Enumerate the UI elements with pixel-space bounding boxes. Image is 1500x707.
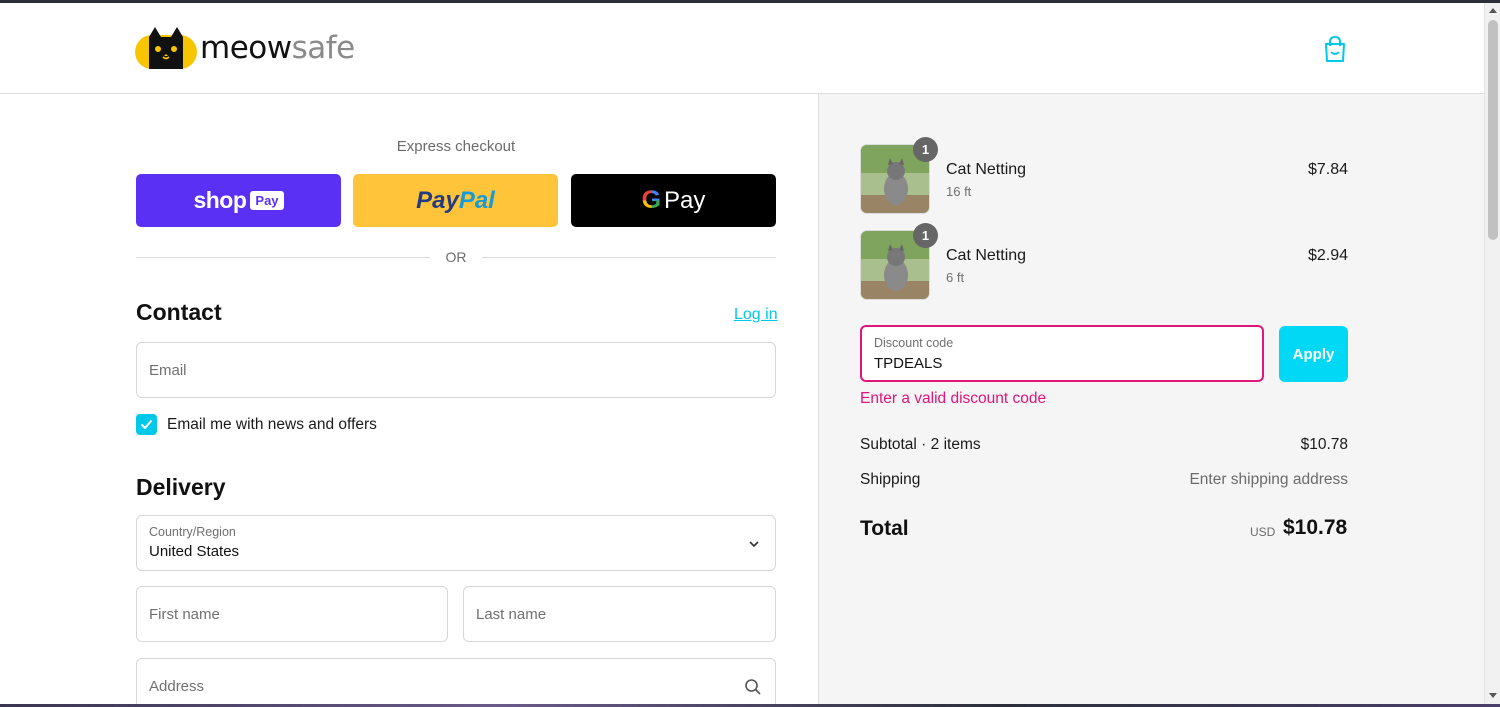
address-field[interactable]: Address: [136, 658, 776, 707]
search-icon: [745, 679, 761, 695]
discount-code-value: TPDEALS: [874, 355, 943, 372]
paypal-logo: PayPal: [416, 187, 495, 215]
paypal-part1: Pay: [416, 186, 459, 214]
shopping-bag-icon[interactable]: [1322, 35, 1348, 63]
chevron-down-icon: [749, 541, 759, 548]
apply-discount-button[interactable]: Apply: [1279, 326, 1348, 382]
country-value: United States: [149, 543, 240, 560]
google-pay-word: Pay: [664, 186, 706, 214]
product-price: $7.84: [1307, 161, 1348, 178]
address-placeholder: Address: [149, 678, 205, 695]
order-item: 1 Cat Netting 6 ft $2.94: [860, 223, 1348, 302]
last-name-placeholder: Last name: [476, 606, 547, 623]
product-variant: 6 ft: [946, 270, 965, 285]
discount-code-label: Discount code: [874, 336, 954, 350]
product-price: $2.94: [1307, 247, 1348, 264]
country-select[interactable]: Country/Region United States: [136, 515, 776, 571]
subtotal-value: $10.78: [1300, 436, 1348, 453]
email-field[interactable]: Email: [136, 342, 776, 398]
brand-name-part2: safe: [291, 30, 356, 66]
delivery-heading: Delivery: [136, 474, 226, 500]
contact-heading: Contact: [136, 299, 222, 325]
first-name-placeholder: First name: [149, 606, 220, 623]
total-value: $10.78: [1283, 516, 1348, 539]
newsletter-checkbox[interactable]: [136, 414, 157, 435]
product-name: Cat Netting: [946, 161, 1027, 178]
cat-face-icon: [135, 25, 197, 71]
site-header: meowsafe: [0, 3, 1484, 94]
scroll-down-arrow-icon[interactable]: [1489, 693, 1497, 698]
log-in-link[interactable]: Log in: [734, 306, 778, 324]
check-icon: [140, 419, 153, 430]
product-variant: 16 ft: [946, 184, 972, 199]
shop-pay-badge: Pay: [250, 191, 284, 210]
shipping-value: Enter shipping address: [1189, 471, 1348, 488]
google-g-icon: G: [641, 186, 662, 214]
newsletter-label: Email me with news and offers: [167, 416, 377, 433]
shop-pay-word: shop: [193, 187, 247, 213]
first-name-field[interactable]: First name: [136, 586, 448, 642]
google-pay-button[interactable]: G Pay: [571, 174, 776, 227]
scrollbar-thumb[interactable]: [1488, 20, 1498, 240]
shop-pay-button[interactable]: shop Pay: [136, 174, 341, 227]
brand-name-part1: meow: [200, 30, 292, 66]
divider-line-right: [482, 257, 776, 258]
total-currency: USD: [1250, 525, 1276, 539]
google-pay-logo: G Pay: [642, 186, 706, 215]
brand-wordmark: meowsafe: [200, 30, 355, 66]
email-placeholder: Email: [149, 362, 187, 379]
express-checkout-title: Express checkout: [396, 138, 516, 155]
checkout-form-column: Express checkout shop Pay PayPal G Pay O…: [0, 94, 818, 707]
or-divider: OR: [136, 249, 776, 265]
subtotal-label: Subtotal · 2 items: [860, 436, 981, 453]
discount-error-message: Enter a valid discount code: [860, 390, 1047, 407]
paypal-part2: Pal: [458, 186, 495, 214]
discount-code-field[interactable]: Discount code TPDEALS: [860, 325, 1264, 382]
quantity-badge: 1: [913, 137, 938, 162]
product-name: Cat Netting: [946, 247, 1027, 264]
quantity-badge: 1: [913, 223, 938, 248]
last-name-field[interactable]: Last name: [463, 586, 776, 642]
paypal-button[interactable]: PayPal: [353, 174, 558, 227]
shipping-label: Shipping: [860, 471, 921, 488]
brand-logo[interactable]: meowsafe: [135, 25, 355, 71]
country-label: Country/Region: [149, 525, 236, 539]
total-label: Total: [860, 517, 909, 540]
scroll-up-arrow-icon[interactable]: [1489, 8, 1497, 13]
page-scrollbar[interactable]: [1484, 3, 1500, 704]
order-item: 1 Cat Netting 16 ft $7.84: [860, 137, 1348, 216]
